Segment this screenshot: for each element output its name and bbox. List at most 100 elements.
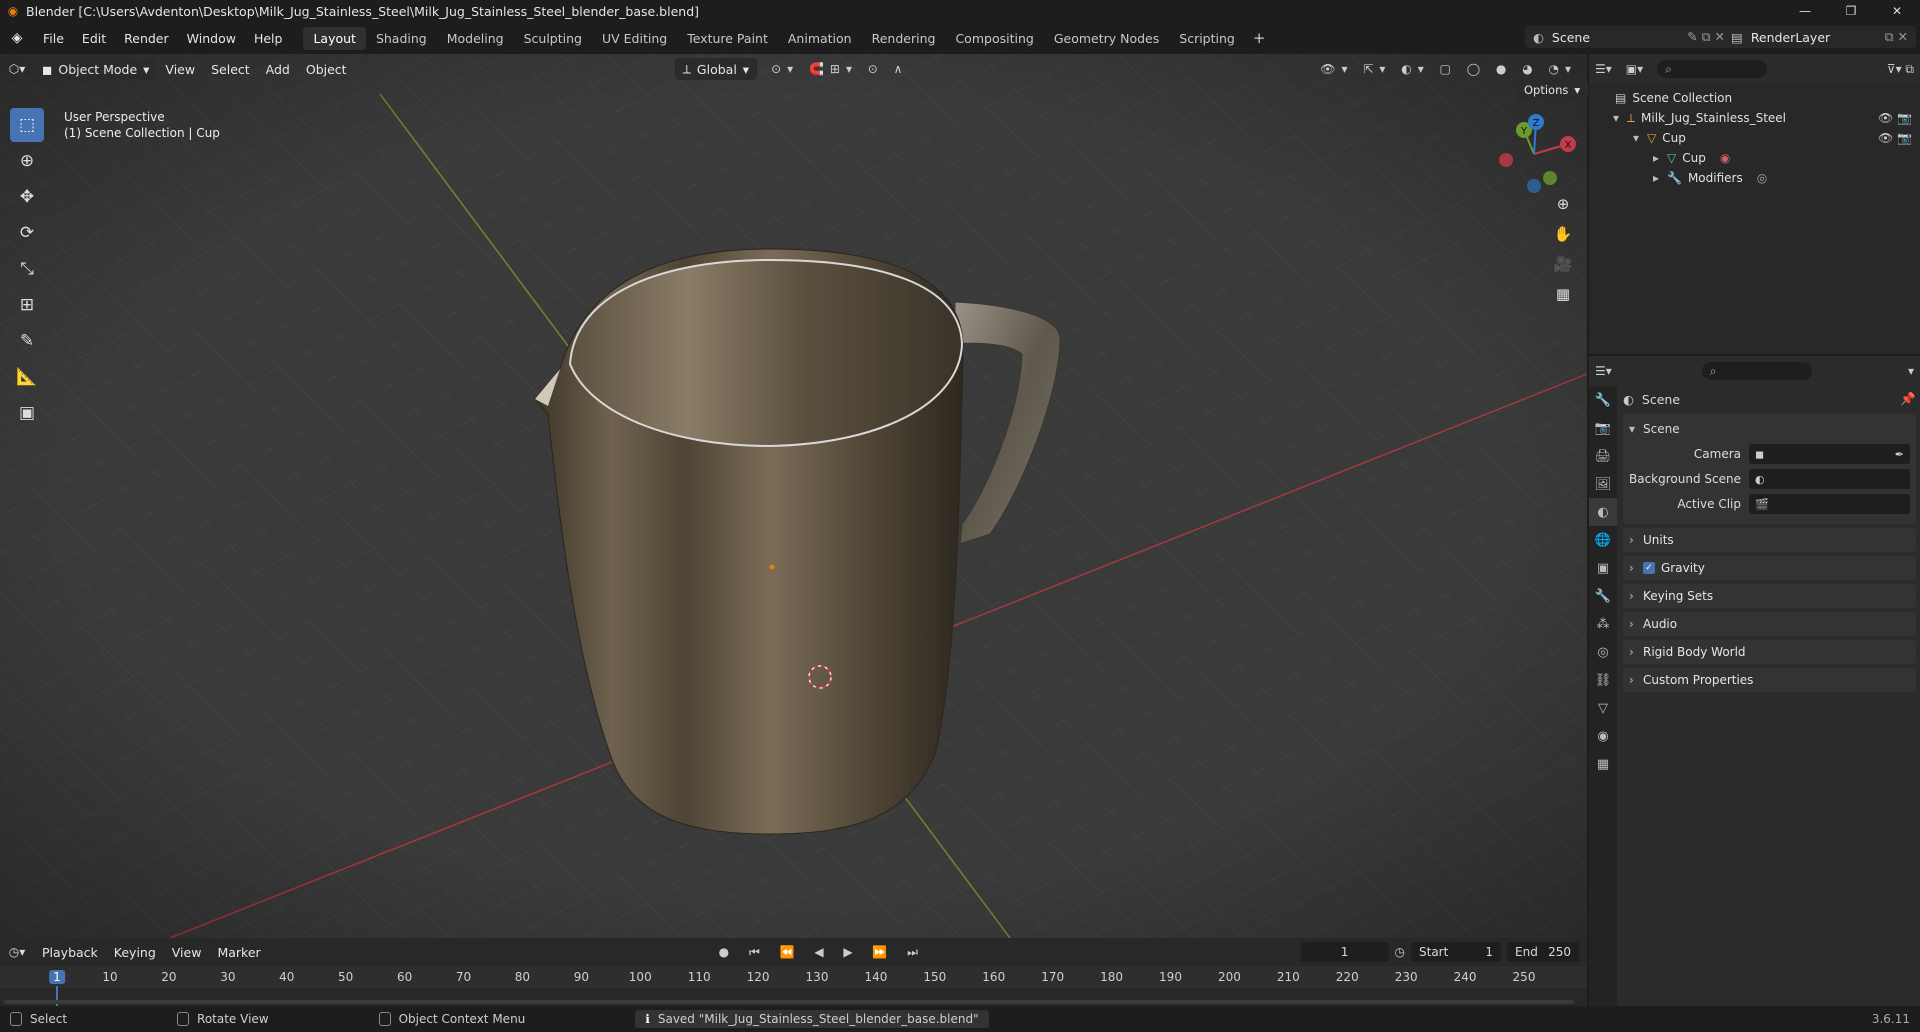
view-layer-tab-icon[interactable]: 🖼	[1589, 470, 1617, 498]
tab-rendering[interactable]: Rendering	[862, 27, 946, 50]
mode-dropdown[interactable]: ◼ Object Mode ▾	[34, 58, 158, 80]
ortho-grid-icon[interactable]: ▦	[1549, 280, 1577, 308]
panel-custom-properties[interactable]: › Custom Properties	[1623, 668, 1916, 692]
active-clip-input[interactable]: 🎬	[1749, 494, 1910, 514]
options-dropdown[interactable]: Options ▾	[1516, 80, 1589, 100]
tab-modeling[interactable]: Modeling	[437, 27, 514, 50]
editor-type-icon[interactable]: ⬡▾	[0, 62, 34, 76]
scene-tab-icon[interactable]: ◐	[1589, 498, 1617, 526]
panel-gravity[interactable]: › ✓ Gravity	[1623, 556, 1916, 580]
timeline-menu-playback[interactable]: Playback	[34, 945, 106, 960]
scene-panel-header[interactable]: ▾ Scene	[1629, 418, 1910, 440]
measure-icon[interactable]: 📐	[10, 360, 44, 394]
menu-edit[interactable]: Edit	[73, 31, 115, 46]
playback-controls[interactable]: ● ⏮ ⏪ ◀ ▶ ⏩ ⏭	[719, 945, 926, 960]
pivot-snap-icons[interactable]: ⊙▾ 🧲⊞▾ ⊙ ∧	[771, 62, 908, 76]
timeline-scrollbar[interactable]	[4, 1000, 1574, 1004]
menu-window[interactable]: Window	[178, 31, 245, 46]
properties-editor-icon[interactable]: ☰▾	[1595, 364, 1612, 378]
filter-icon[interactable]: ⊽▾ ⧉	[1887, 62, 1914, 77]
expand-arrow-icon[interactable]: ▸	[1653, 171, 1667, 185]
background-scene-input[interactable]: ◐	[1749, 469, 1910, 489]
orientation-dropdown[interactable]: ⟂ Global ▾	[674, 58, 758, 80]
pan-hand-icon[interactable]: ✋	[1549, 220, 1577, 248]
blender-menu-icon[interactable]: ◈	[0, 22, 34, 54]
tab-shading[interactable]: Shading	[366, 27, 437, 50]
select-box-icon[interactable]: ⬚	[10, 108, 44, 142]
zoom-icon[interactable]: ⊕	[1549, 190, 1577, 218]
chevron-down-icon[interactable]: ▾	[1908, 364, 1914, 378]
view-layer-selector[interactable]: ▤ RenderLayer ⧉ ✕	[1723, 26, 1916, 48]
object-tab-icon[interactable]: ▣	[1589, 554, 1617, 582]
expand-arrow-icon[interactable]: ▾	[1613, 111, 1627, 125]
end-frame-input[interactable]: End 250	[1507, 942, 1579, 962]
add-workspace-icon[interactable]: +	[1245, 29, 1274, 47]
panel-audio[interactable]: › Audio	[1623, 612, 1916, 636]
menu-file[interactable]: File	[34, 31, 73, 46]
tab-geometry-nodes[interactable]: Geometry Nodes	[1044, 27, 1169, 50]
outliner-item-cup-mesh[interactable]: ▸ ▽ Cup ◉	[1589, 148, 1920, 168]
viewport-3d[interactable]: ⬚ ⊕ ✥ ⟳ ⤡ ⊞ ✎ 📐 ▣ User Perspective (1) S…	[0, 54, 1587, 938]
panel-keying-sets[interactable]: › Keying Sets	[1623, 584, 1916, 608]
timeline-ruler[interactable]: 1 10 20 30 40 50 60 70 80 90 100 110 120 130 140 150 160…	[0, 966, 1587, 1006]
tab-texture-paint[interactable]: Texture Paint	[677, 27, 778, 50]
data-tab-icon[interactable]: ▽	[1589, 694, 1617, 722]
scale-icon[interactable]: ⤡	[10, 252, 44, 286]
eyedropper-icon[interactable]: ✒	[1895, 448, 1904, 461]
outliner-editor-icon[interactable]: ☰▾	[1595, 62, 1612, 76]
camera-view-icon[interactable]: 🎥	[1549, 250, 1577, 278]
maximize-button[interactable]: ❐	[1828, 0, 1874, 22]
menu-render[interactable]: Render	[115, 31, 178, 46]
viewport-shading-icons[interactable]: 👁▾ ⇱▾ ◐▾ ▢ ◯ ● ◕ ◔▾	[1320, 62, 1577, 76]
cursor-icon[interactable]: ⊕	[10, 144, 44, 178]
tab-animation[interactable]: Animation	[778, 27, 862, 50]
viewport-menu-object[interactable]: Object	[298, 62, 355, 77]
expand-arrow-icon[interactable]: ▾	[1633, 131, 1647, 145]
tab-uv-editing[interactable]: UV Editing	[592, 27, 677, 50]
render-tab-icon[interactable]: 📷	[1589, 414, 1617, 442]
add-cube-icon[interactable]: ▣	[10, 396, 44, 430]
properties-search-input[interactable]: ⌕	[1701, 362, 1812, 380]
tab-scripting[interactable]: Scripting	[1169, 27, 1245, 50]
physics-tab-icon[interactable]: ◎	[1589, 638, 1617, 666]
transform-icon[interactable]: ⊞	[10, 288, 44, 322]
visibility-eye-icon[interactable]: 👁 📷	[1878, 111, 1912, 125]
scene-selector[interactable]: ◐ Scene ✎ ⧉ ✕	[1525, 26, 1733, 48]
tab-compositing[interactable]: Compositing	[945, 27, 1043, 50]
clock-icon[interactable]: ◷	[1395, 945, 1405, 959]
material-tab-icon[interactable]: ◉	[1589, 722, 1617, 750]
world-tab-icon[interactable]: 🌐	[1589, 526, 1617, 554]
outliner-item-modifiers[interactable]: ▸ 🔧 Modifiers ◎	[1589, 168, 1920, 188]
camera-input[interactable]: ◼ ✒	[1749, 444, 1910, 464]
rotate-icon[interactable]: ⟳	[10, 216, 44, 250]
close-button[interactable]: ✕	[1874, 0, 1920, 22]
gravity-checkbox[interactable]: ✓	[1643, 562, 1655, 574]
move-icon[interactable]: ✥	[10, 180, 44, 214]
annotate-icon[interactable]: ✎	[10, 324, 44, 358]
expand-arrow-icon[interactable]: ▸	[1653, 151, 1667, 165]
pin-icon[interactable]: 📌	[1900, 391, 1916, 407]
minimize-button[interactable]: —	[1782, 0, 1828, 22]
particles-tab-icon[interactable]: ⁂	[1589, 610, 1617, 638]
timeline-menu-marker[interactable]: Marker	[209, 945, 268, 960]
start-frame-input[interactable]: Start 1	[1411, 942, 1501, 962]
outliner-item-milk-jug[interactable]: ▾ ⟂ Milk_Jug_Stainless_Steel 👁 📷	[1589, 108, 1920, 128]
viewport-menu-add[interactable]: Add	[258, 62, 298, 77]
texture-tab-icon[interactable]: ▦	[1589, 750, 1617, 778]
tab-sculpting[interactable]: Sculpting	[514, 27, 592, 50]
timeline-menu-view[interactable]: View	[164, 945, 210, 960]
panel-rigid-body-world[interactable]: › Rigid Body World	[1623, 640, 1916, 664]
viewport-menu-select[interactable]: Select	[203, 62, 258, 77]
tool-tab-icon[interactable]: 🔧	[1589, 386, 1617, 414]
viewport-menu-view[interactable]: View	[157, 62, 203, 77]
modifier-tab-icon[interactable]: 🔧	[1589, 582, 1617, 610]
panel-units[interactable]: › Units	[1623, 528, 1916, 552]
visibility-eye-icon[interactable]: 👁 📷	[1878, 131, 1912, 145]
menu-help[interactable]: Help	[245, 31, 292, 46]
pin-icon[interactable]: ✎ ⧉ ✕	[1687, 29, 1725, 45]
navigation-gizmo[interactable]: X Y Z	[1490, 114, 1580, 194]
tab-layout[interactable]: Layout	[303, 26, 366, 50]
output-tab-icon[interactable]: 🖨	[1589, 442, 1617, 470]
constraints-tab-icon[interactable]: ⛓	[1589, 666, 1617, 694]
new-layer-icon[interactable]: ⧉ ✕	[1885, 29, 1908, 45]
